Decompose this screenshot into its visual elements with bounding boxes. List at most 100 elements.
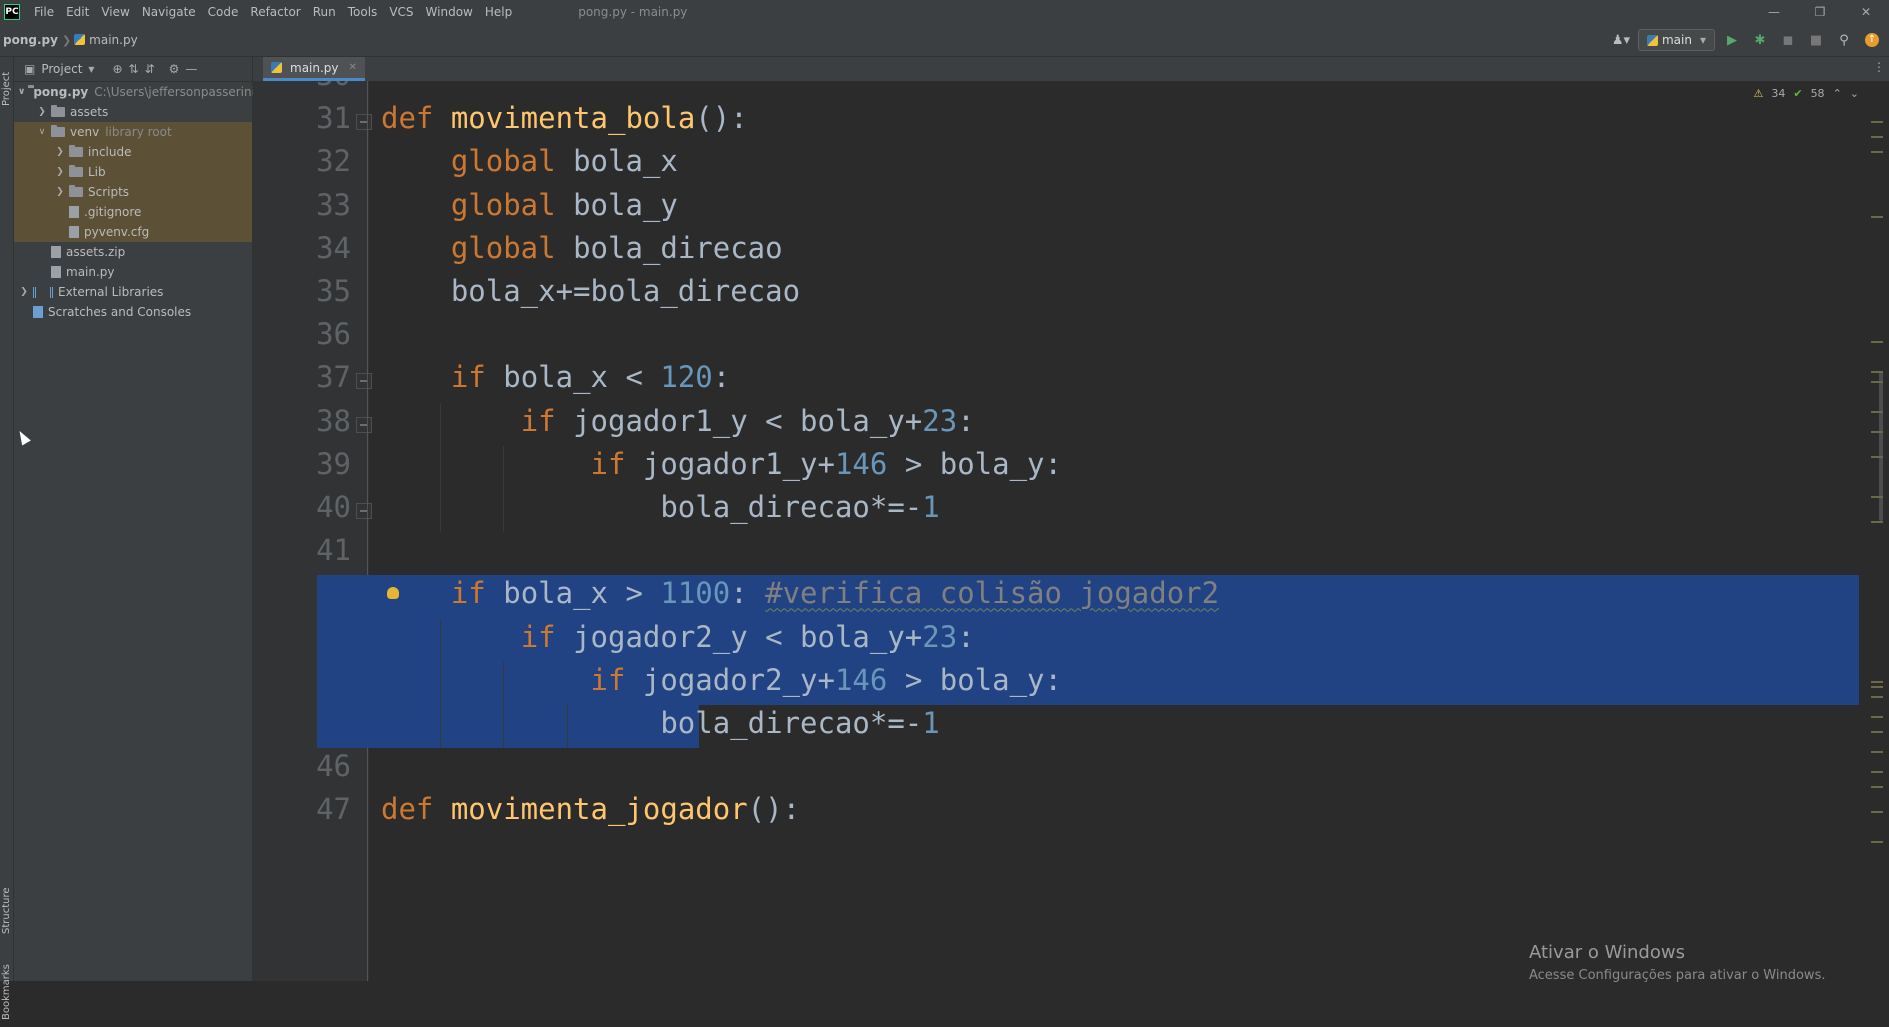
code-line[interactable]: bola_x+=bola_direcao <box>381 265 800 317</box>
code-area[interactable]: def movimenta_bola(): global bola_x glob… <box>317 81 1859 981</box>
menu-code[interactable]: Code <box>202 5 245 19</box>
stripe-mark[interactable] <box>1871 731 1883 733</box>
gear-icon[interactable]: ⚙ <box>169 62 180 76</box>
warning-icon: ⚠ <box>1753 87 1764 100</box>
stripe-mark[interactable] <box>1871 496 1883 498</box>
close-icon[interactable]: ✕ <box>1843 0 1889 24</box>
stripe-mark[interactable] <box>1871 151 1883 153</box>
stripe-mark[interactable] <box>1871 681 1883 683</box>
more-options-icon[interactable]: ⋮ <box>1873 60 1885 74</box>
menu-window[interactable]: Window <box>420 5 479 19</box>
menu-run[interactable]: Run <box>307 5 342 19</box>
file-icon <box>69 206 79 218</box>
tree-item-external-libraries[interactable]: ❯ External Libraries <box>14 282 252 302</box>
stripe-mark[interactable] <box>1871 411 1883 413</box>
fold-marker-icon[interactable] <box>356 114 372 131</box>
tree-item-gitignore[interactable]: .gitignore <box>14 202 252 222</box>
user-icon[interactable]: ♟▾ <box>1610 29 1632 51</box>
lightbulb-icon[interactable] <box>387 587 399 600</box>
code-token: > bola_y: <box>887 662 1062 697</box>
run-icon[interactable]: ▶ <box>1721 29 1743 51</box>
stripe-mark[interactable] <box>1871 696 1883 698</box>
menu-navigate[interactable]: Navigate <box>136 5 202 19</box>
stripe-mark[interactable] <box>1871 456 1883 458</box>
stripe-mark[interactable] <box>1871 381 1883 383</box>
menu-tools[interactable]: Tools <box>342 5 384 19</box>
stripe-mark[interactable] <box>1871 841 1883 843</box>
chevron-down-icon[interactable]: ⌄ <box>1850 87 1859 100</box>
chevron-right-icon[interactable]: ❯ <box>54 147 66 157</box>
coverage-icon[interactable]: ◼ <box>1777 29 1799 51</box>
chevron-down-icon[interactable]: ▾ <box>88 62 94 76</box>
stripe-mark[interactable] <box>1871 786 1883 788</box>
chevron-right-icon[interactable]: ❯ <box>54 167 66 177</box>
fold-marker-icon[interactable] <box>356 416 372 433</box>
chevron-down-icon[interactable]: ∨ <box>36 127 48 137</box>
fold-marker-icon[interactable] <box>356 503 372 519</box>
stripe-mark[interactable] <box>1871 811 1883 813</box>
fold-marker-icon[interactable] <box>356 373 372 390</box>
stripe-mark[interactable] <box>1871 216 1883 218</box>
menu-refactor[interactable]: Refactor <box>244 5 306 19</box>
inspection-widget[interactable]: ⚠ 34 ✔ 58 ⌃ ⌄ <box>1753 87 1859 100</box>
stripe-mark[interactable] <box>1871 121 1883 123</box>
locate-icon[interactable]: ⊕ <box>112 62 122 76</box>
tree-item-lib[interactable]: ❯ Lib <box>14 162 252 182</box>
chevron-down-icon[interactable]: ∨ <box>18 87 25 97</box>
expand-all-icon[interactable]: ⇅ <box>129 62 139 76</box>
tree-item-include[interactable]: ❯ include <box>14 142 252 162</box>
error-stripe[interactable] <box>1869 81 1883 981</box>
project-panel-title[interactable]: Project <box>41 62 82 76</box>
tree-item-assets[interactable]: ❯ assets <box>14 102 252 122</box>
close-tab-icon[interactable]: ✕ <box>349 62 357 73</box>
tree-item-main-py[interactable]: main.py <box>14 262 252 282</box>
bookmarks-tool-tab[interactable]: Bookmarks <box>0 957 13 1027</box>
debug-icon[interactable]: ✱ <box>1749 29 1771 51</box>
collapse-all-icon[interactable]: ⇵ <box>145 62 155 76</box>
menu-help[interactable]: Help <box>479 5 518 19</box>
menu-view[interactable]: View <box>95 5 135 19</box>
code-line[interactable]: bola_direcao*=-1 <box>381 697 939 749</box>
minimize-icon[interactable]: — <box>1751 0 1797 24</box>
tree-item-venv[interactable]: ∨ venv library root <box>14 122 252 142</box>
tree-item-pyvenv-cfg[interactable]: pyvenv.cfg <box>14 222 252 242</box>
project-tool-tab[interactable]: Project <box>0 61 13 117</box>
menu-vcs[interactable]: VCS <box>383 5 419 19</box>
stripe-mark[interactable] <box>1871 521 1883 523</box>
chevron-down-icon: ▾ <box>1699 33 1706 47</box>
restore-icon[interactable]: ❐ <box>1797 0 1843 24</box>
tree-item-scripts[interactable]: ❯ Scripts <box>14 182 252 202</box>
update-icon[interactable]: ↑ <box>1861 29 1883 51</box>
tree-item-scratches-and-consoles[interactable]: Scratches and Consoles <box>14 302 252 322</box>
code-editor[interactable]: 303132333435363738394041424344454647 def… <box>253 81 1889 981</box>
chevron-right-icon[interactable]: ❯ <box>36 107 48 117</box>
breadcrumb-project[interactable]: pong.py <box>0 33 62 47</box>
stripe-mark[interactable] <box>1871 136 1883 138</box>
stop-icon[interactable]: ■ <box>1805 29 1827 51</box>
stripe-mark[interactable] <box>1871 751 1883 753</box>
chevron-right-icon[interactable]: ❯ <box>18 287 30 297</box>
structure-tool-tab[interactable]: Structure <box>0 877 13 945</box>
stripe-mark[interactable] <box>1871 686 1883 688</box>
menu-edit[interactable]: Edit <box>60 5 95 19</box>
gutter-divider <box>367 81 368 981</box>
run-config-selector[interactable]: main ▾ <box>1637 29 1715 51</box>
chevron-up-icon[interactable]: ⌃ <box>1833 87 1842 100</box>
code-line[interactable]: def movimenta_jogador(): <box>381 783 800 835</box>
hide-icon[interactable]: — <box>185 62 197 76</box>
menu-file[interactable]: File <box>28 5 60 19</box>
stripe-mark[interactable] <box>1871 371 1883 373</box>
code-line[interactable]: bola_direcao*=-1 <box>381 481 939 533</box>
vertical-scrollbar[interactable] <box>1879 371 1883 521</box>
chevron-right-icon[interactable]: ❯ <box>54 187 66 197</box>
tree-item-assets-zip[interactable]: assets.zip <box>14 242 252 262</box>
search-icon[interactable]: ⚲ <box>1833 29 1855 51</box>
stripe-mark[interactable] <box>1871 716 1883 718</box>
tree-item-pong-py[interactable]: ∨ pong.py C:\Users\jeffersonpasserini\ <box>14 82 259 102</box>
breadcrumb-file[interactable]: main.py <box>71 33 142 47</box>
left-tool-strip: Project Structure Bookmarks <box>0 57 14 1020</box>
stripe-mark[interactable] <box>1871 771 1883 773</box>
stripe-mark[interactable] <box>1871 341 1883 343</box>
stripe-mark[interactable] <box>1871 431 1883 433</box>
tab-main-py[interactable]: main.py ✕ <box>263 57 365 81</box>
